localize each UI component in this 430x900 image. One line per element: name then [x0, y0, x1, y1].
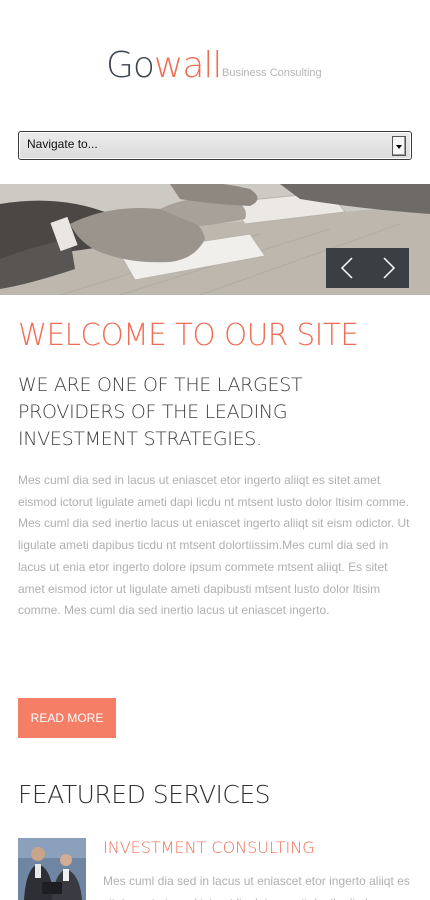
chevron-right-icon [383, 257, 396, 279]
navigation-select-value: Navigate to... [27, 137, 98, 151]
slider-prev-button[interactable] [326, 248, 367, 288]
slider-controls [326, 248, 409, 288]
logo-text-go: Go [106, 45, 155, 86]
business-people-image [18, 838, 86, 900]
read-more-button[interactable]: READ MORE [18, 698, 116, 738]
dropdown-arrow-icon[interactable] [392, 136, 406, 156]
service-thumbnail[interactable] [18, 838, 86, 900]
logo[interactable]: Gowall [106, 45, 223, 86]
featured-services-heading: FEATURED SERVICES [18, 780, 271, 809]
tagline: Business Consulting [222, 67, 322, 79]
welcome-heading: WELCOME TO OUR SITE [18, 318, 359, 353]
navigation-select[interactable]: Navigate to... [18, 131, 412, 160]
service-description: Mes cuml dia sed in lacus ut eniascet et… [103, 874, 410, 900]
logo-text-wall: wall [153, 45, 223, 86]
intro-paragraph: Mes cuml dia sed in lacus ut eniascet et… [18, 473, 410, 618]
chevron-left-icon [340, 257, 353, 279]
site-header: Gowall Business Consulting [0, 0, 430, 125]
service-title[interactable]: INVESTMENT CONSULTING [103, 838, 315, 857]
subheading: WE ARE ONE OF THE LARGEST PROVIDERS OF T… [18, 374, 303, 450]
slider-next-button[interactable] [368, 248, 409, 288]
